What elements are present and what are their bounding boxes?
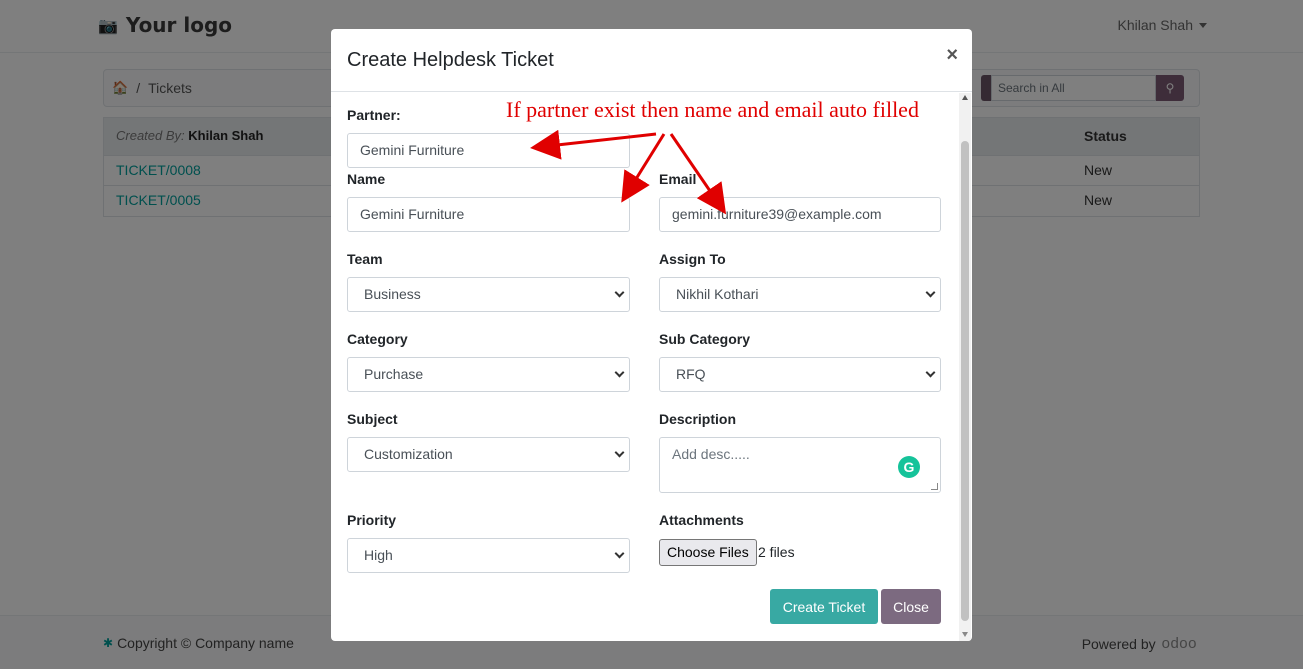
annotation-arrows (530, 129, 727, 215)
create-ticket-modal: Create Helpdesk Ticket × Partner: Gemini… (331, 29, 972, 641)
arrow-to-email (669, 133, 727, 215)
arrow-to-partner (530, 129, 657, 160)
arrow-to-name (621, 133, 666, 203)
